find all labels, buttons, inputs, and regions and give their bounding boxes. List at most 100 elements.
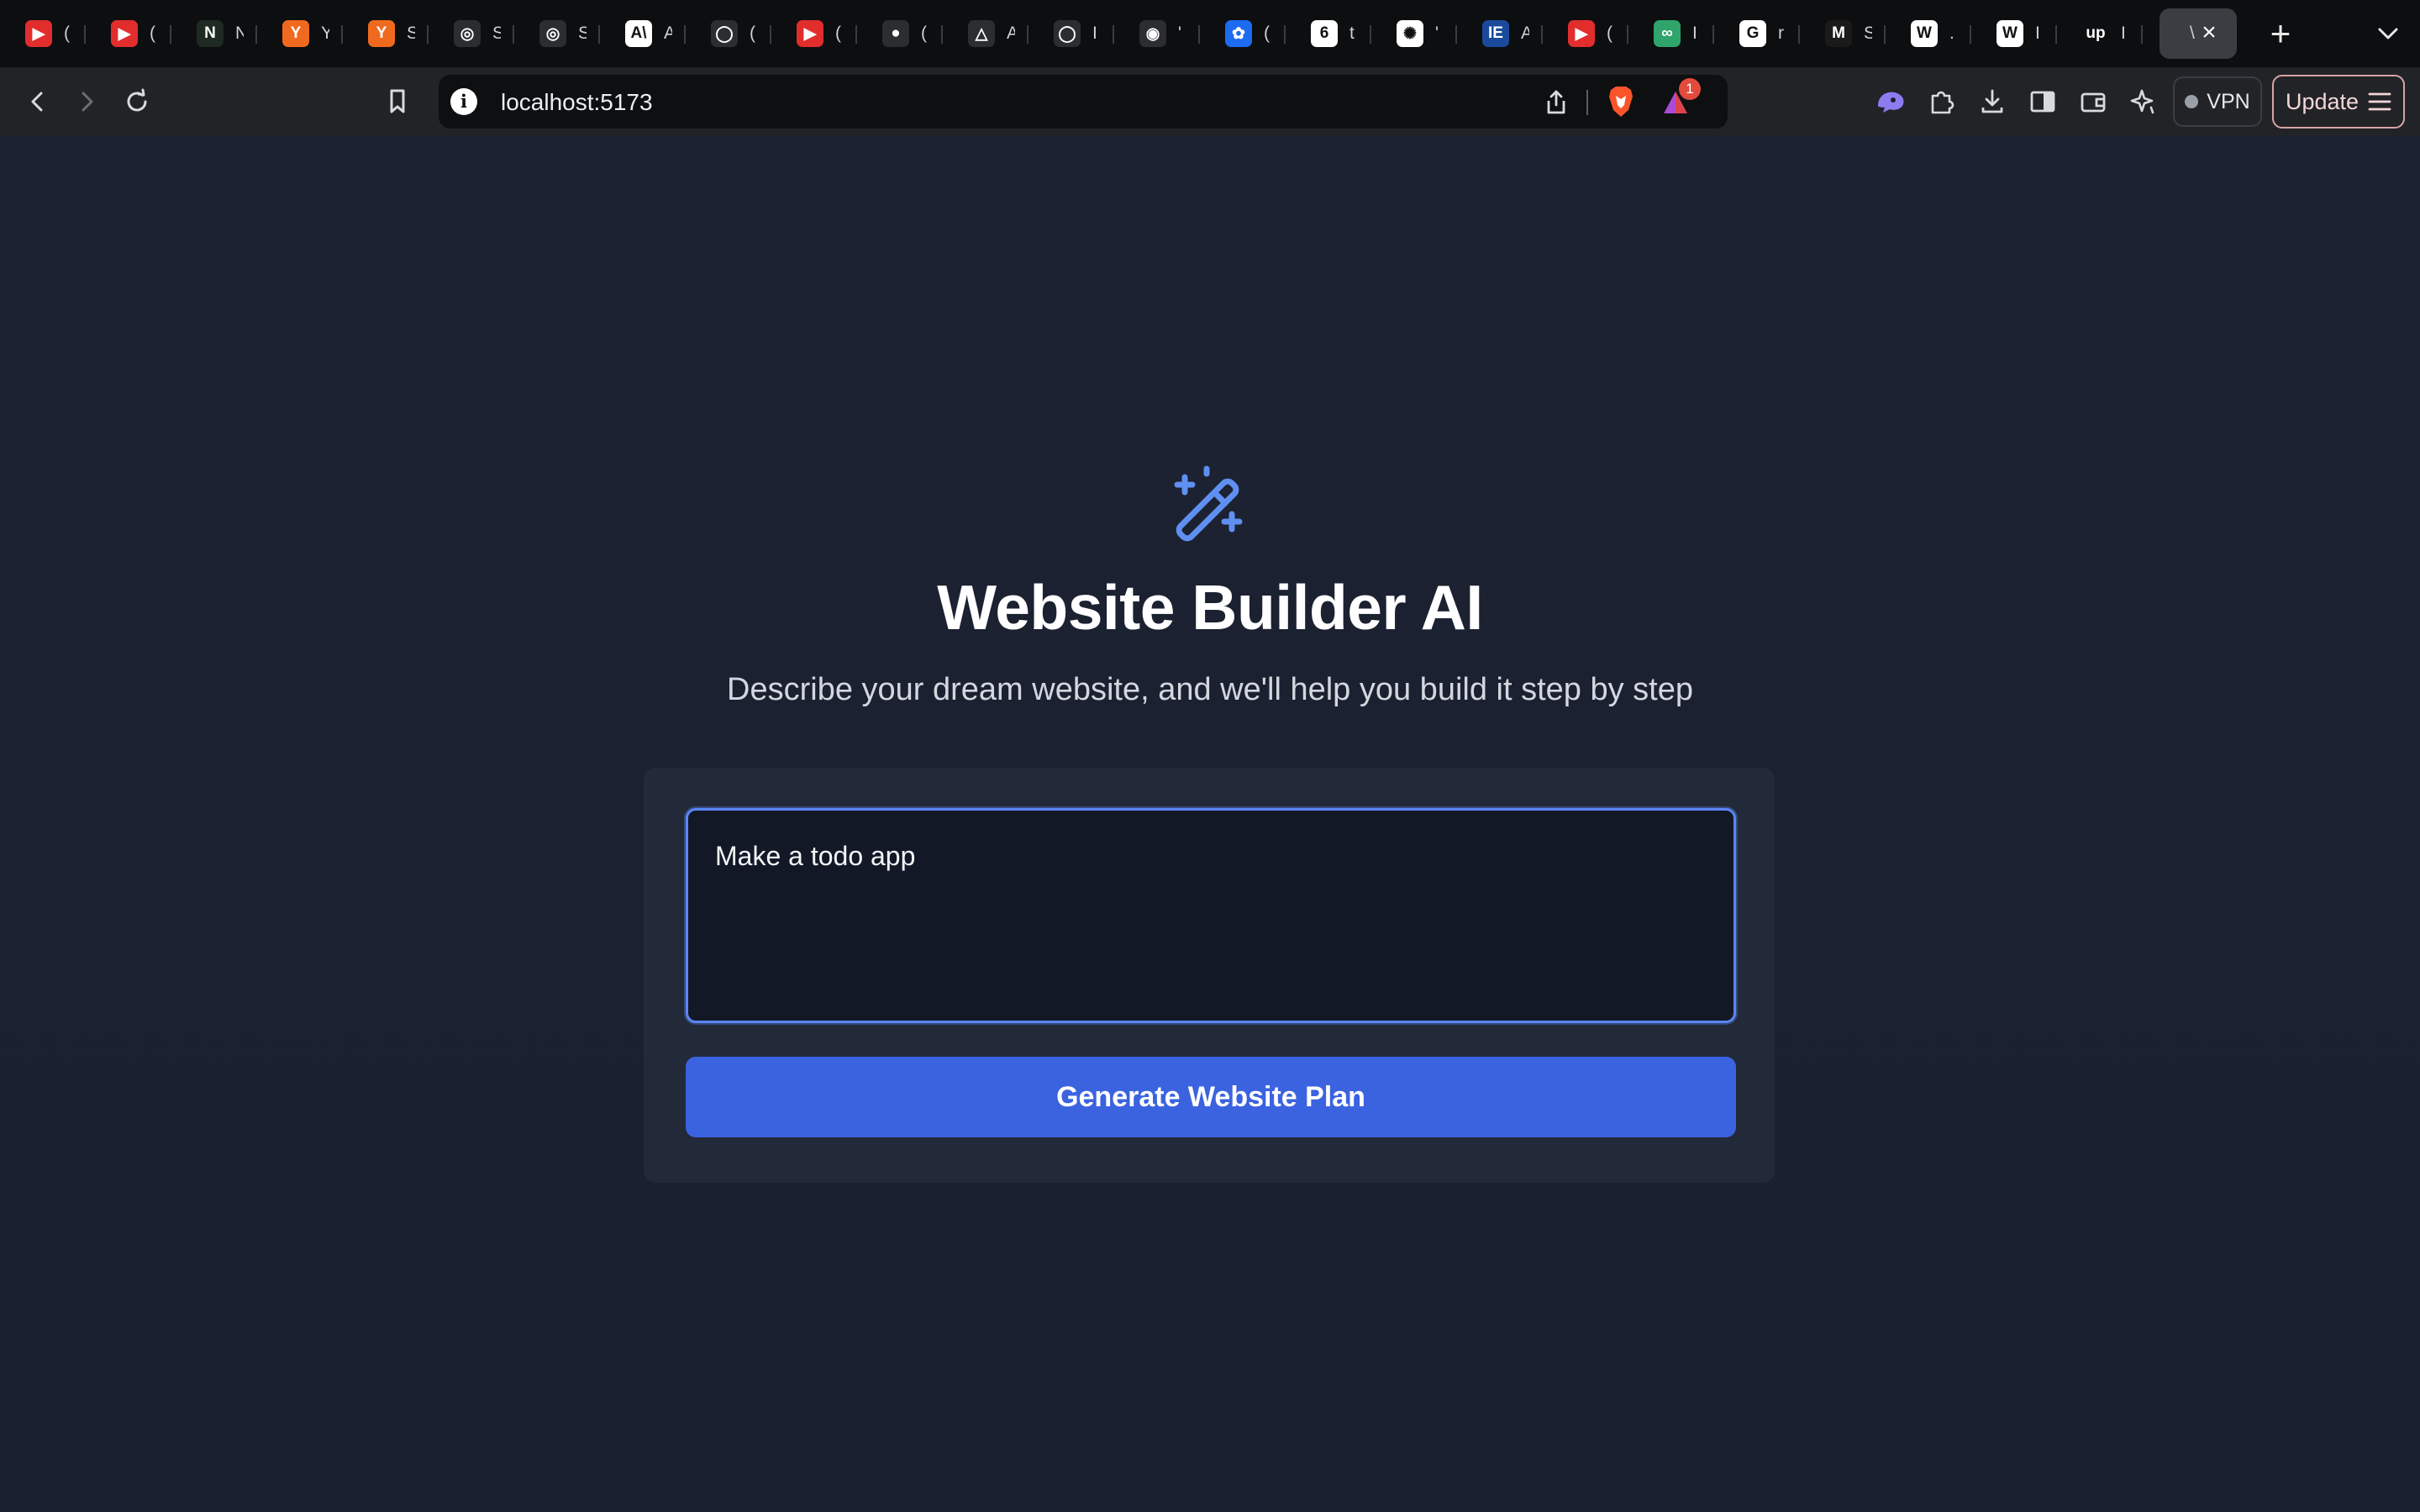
update-label: Update	[2286, 88, 2360, 114]
tab-title: (	[750, 24, 755, 43]
share-icon[interactable]	[1543, 88, 1570, 117]
wikipedia-icon: W	[1996, 20, 2023, 47]
tab-title: S	[578, 24, 587, 43]
reload-button[interactable]	[116, 81, 158, 123]
settings-icon: ◉	[1139, 20, 1166, 47]
sidebar-button[interactable]	[2022, 81, 2064, 123]
youtube-icon: ▶	[797, 20, 823, 47]
app-icon: ∞	[1654, 20, 1681, 47]
ai-sparkle-button[interactable]	[2123, 81, 2165, 123]
tab-title: (	[1264, 24, 1270, 43]
browser-tab[interactable]: ●(	[857, 8, 943, 59]
browser-tab[interactable]: WI	[1971, 8, 2057, 59]
new-tab-button[interactable]: +	[2257, 10, 2304, 57]
google-icon: G	[1739, 20, 1766, 47]
sidebar-icon	[2030, 91, 2055, 113]
tab-title: Y	[321, 24, 329, 43]
update-button[interactable]: Update	[2272, 75, 2405, 129]
site-info-icon[interactable]: i	[450, 88, 477, 115]
browser-tab[interactable]: 6t	[1286, 8, 1371, 59]
tab-title: (	[64, 24, 70, 43]
bookmark-button[interactable]	[376, 81, 418, 123]
tab-title: I	[2035, 24, 2040, 43]
tab-separator	[2141, 25, 2143, 44]
tab-title: A	[1007, 24, 1015, 43]
downloads-button[interactable]	[1971, 81, 2013, 123]
ycombinator-icon: Y	[282, 20, 309, 47]
vpn-button[interactable]: VPN	[2173, 76, 2262, 127]
browser-tab[interactable]: ◉ '	[1114, 8, 1200, 59]
browser-tab[interactable]: ∞ I	[1628, 8, 1714, 59]
back-button[interactable]	[17, 81, 59, 123]
anthropic-icon: A\	[625, 20, 652, 47]
browser-tab[interactable]: ▶(	[1543, 8, 1628, 59]
browser-tab[interactable]: ▶(	[0, 8, 86, 59]
tab-title: (	[835, 24, 841, 43]
menu-icon	[2368, 92, 2391, 111]
browser-tab[interactable]: ▶(	[771, 8, 857, 59]
vpn-status-icon	[2185, 95, 2199, 108]
tab-title: '	[1435, 24, 1439, 43]
bluesky-icon: ✿	[1225, 20, 1252, 47]
browser-tab[interactable]: △ A	[943, 8, 1028, 59]
openai-icon: ◎	[539, 20, 566, 47]
wallet-icon	[2081, 92, 2106, 113]
tab-list-chevron-down-icon[interactable]	[2370, 13, 2407, 54]
bookmark-icon	[390, 89, 405, 113]
generate-website-plan-button[interactable]: Generate Website Plan	[686, 1057, 1736, 1137]
forward-button[interactable]	[66, 81, 108, 123]
tab-title: (	[1607, 24, 1612, 43]
youtube-icon: ▶	[1568, 20, 1595, 47]
url-text[interactable]: localhost:5173	[501, 89, 653, 116]
tab-strip: ▶(▶(N N Y Y Y S ◎ S ◎ S A\ A ◯(▶(●(△ A ◯ I ◉ ' ✿(6 t ✺ ' IE A ▶(…	[0, 0, 2420, 67]
app-icon: N	[197, 20, 224, 47]
tab-title: '	[1178, 24, 1182, 43]
browser-tab[interactable]: ◎ S	[514, 8, 600, 59]
browser-tab[interactable]: W.	[1886, 8, 1971, 59]
browser-tab[interactable]: ◎ S	[429, 8, 514, 59]
notification-badge: 1	[1679, 78, 1701, 100]
browser-tab[interactable]: Gr	[1714, 8, 1800, 59]
browser-tab[interactable]: ✺ '	[1371, 8, 1457, 59]
puzzle-icon	[1931, 91, 1954, 114]
browser-tab[interactable]: MS	[1800, 8, 1886, 59]
back-arrow-icon	[31, 92, 43, 112]
tab-title: r	[1778, 24, 1784, 43]
tab-title: S	[492, 24, 501, 43]
github-icon: ◯	[1054, 20, 1081, 47]
extensions-button[interactable]	[1921, 81, 1963, 123]
wikipedia-icon: W	[1911, 20, 1938, 47]
tab-title: S	[407, 24, 415, 43]
tab-active[interactable]: \ ×	[2160, 8, 2237, 59]
reload-icon	[127, 88, 147, 112]
browser-tab[interactable]: ▶(	[86, 8, 171, 59]
browser-tab[interactable]: up I	[2057, 8, 2143, 59]
address-bar[interactable]: i localhost:5173 1	[439, 75, 1728, 129]
brave-shield-icon[interactable]	[1607, 85, 1635, 118]
browser-tab[interactable]: A\ A	[600, 8, 686, 59]
tab-title: I	[2121, 24, 2126, 43]
browser-tab[interactable]: YY	[257, 8, 343, 59]
tab-title: S	[1864, 24, 1872, 43]
close-icon[interactable]: ×	[2196, 20, 2222, 45]
youtube-icon: ▶	[25, 20, 52, 47]
page-viewport: Website Builder AI Describe your dream w…	[0, 136, 2420, 1512]
browser-tab[interactable]: IE A	[1457, 8, 1543, 59]
browser-tab[interactable]: NN	[171, 8, 257, 59]
wallet-button[interactable]	[2072, 81, 2114, 123]
github-icon: ◯	[711, 20, 738, 47]
upwork-icon: up	[2082, 20, 2109, 47]
prompt-card: Generate Website Plan	[644, 768, 1775, 1183]
leo-ai-button[interactable]	[1870, 81, 1912, 123]
website-description-input[interactable]	[686, 808, 1736, 1023]
leo-ai-icon	[1878, 92, 1904, 113]
tab-title: t	[1349, 24, 1355, 43]
browser-tab[interactable]: YS	[343, 8, 429, 59]
tab-title: .	[1949, 24, 1954, 43]
browser-tab[interactable]: ✿(	[1200, 8, 1286, 59]
vpn-label: VPN	[2207, 89, 2250, 113]
browser-tab[interactable]: ◯ I	[1028, 8, 1114, 59]
browser-tab[interactable]: ◯(	[686, 8, 771, 59]
page-subtitle: Describe your dream website, and we'll h…	[727, 672, 1693, 707]
tab-title: I	[1692, 24, 1697, 43]
